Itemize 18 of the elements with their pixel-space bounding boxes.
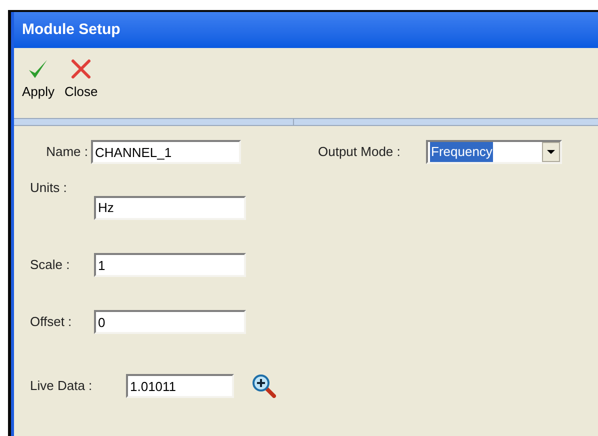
field-label: Scale : <box>29 256 71 274</box>
field-label: Offset : <box>29 313 73 332</box>
field-label: Output Mode : <box>318 143 402 162</box>
zoom-in-icon[interactable] <box>252 374 276 398</box>
field-label: Name : <box>45 143 89 162</box>
field-label: Live Data : <box>29 377 94 396</box>
toolbar-button[interactable]: Close <box>64 58 98 102</box>
output-mode-dropdown[interactable]: Frequency <box>426 140 562 164</box>
toolbar-button[interactable]: Apply <box>22 58 55 102</box>
field-label: Units : <box>30 179 68 197</box>
text-field[interactable]: 1 <box>94 253 246 277</box>
text-field[interactable]: 0 <box>94 310 246 334</box>
text-field[interactable]: 1.01011 <box>126 374 234 398</box>
dropdown-arrow-icon <box>547 150 555 154</box>
cross-icon <box>70 58 92 80</box>
text-field[interactable]: Hz <box>94 196 246 220</box>
text-field[interactable]: CHANNEL_1 <box>91 140 241 164</box>
window-title: Module Setup <box>22 20 120 40</box>
